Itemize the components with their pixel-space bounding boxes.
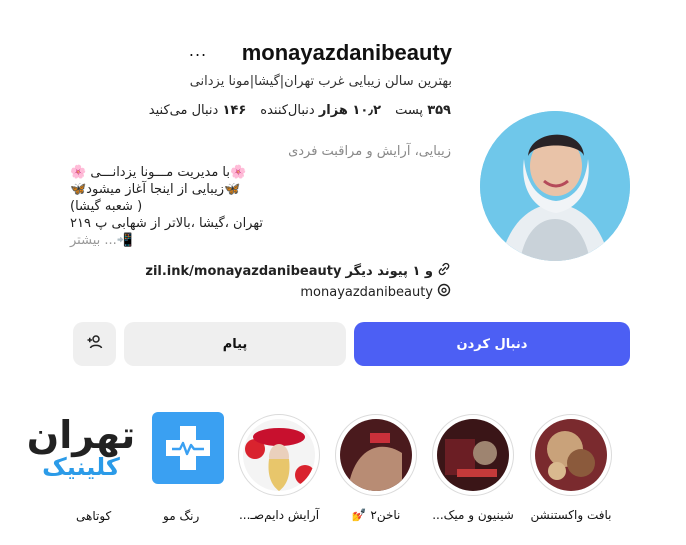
profile-category: زیبایی، آرایش و مراقبت فردی <box>288 144 451 159</box>
more-options-button[interactable]: ... <box>188 42 208 62</box>
clinic-watermark: تهران کلینیک <box>16 416 146 480</box>
highlight-label: رنگ مو <box>163 509 200 523</box>
following-count: ۱۴۶ <box>222 103 247 118</box>
avatar-photo <box>480 111 630 261</box>
highlight-label: شینیون و میک... <box>432 508 514 522</box>
highlight-cover <box>437 419 509 491</box>
bio-line: ( شعبه گیشا) <box>70 199 143 214</box>
highlight-cover <box>243 419 315 491</box>
highlight-item[interactable]: ناخن۲ 💅 <box>335 414 417 522</box>
highlight-cover <box>535 419 607 491</box>
followers-stat[interactable]: ۱۰٫۲ هزار دنبال‌کننده <box>260 103 381 118</box>
bio-text: 🌸با مدیریت مـــونا یزدانـــی 🌸 🦋زیبایی ا… <box>70 164 390 249</box>
threads-link[interactable]: monayazdanibeauty <box>300 283 451 301</box>
highlight-item[interactable]: شینیون و میک... <box>432 414 514 522</box>
bio-line: تهران ،گیشا ،بالاتر از شهابی پ ۲۱۹ <box>70 216 263 231</box>
bio-line: 🦋زیبایی از اینجا آغاز میشود🦋 <box>70 182 241 197</box>
posts-count: ۳۵۹ <box>427 103 451 118</box>
posts-label: پست <box>395 103 424 118</box>
message-button[interactable]: پیام <box>124 322 346 366</box>
link-icon <box>437 262 451 280</box>
bio-more-link[interactable]: 📲... بیشتر <box>70 232 390 249</box>
following-stat[interactable]: ۱۴۶ دنبال می‌کنید <box>149 103 246 118</box>
profile-avatar[interactable] <box>480 111 630 261</box>
following-label: دنبال می‌کنید <box>148 103 219 118</box>
watermark-line1: تهران <box>26 413 136 457</box>
posts-stat[interactable]: ۳۵۹ پست <box>395 103 451 118</box>
suggested-users-button[interactable] <box>73 322 116 366</box>
clinic-logo-tile <box>152 412 224 484</box>
followers-label: دنبال‌کننده <box>260 103 315 118</box>
highlight-item[interactable]: آرایش دایم‌صـ... <box>238 414 320 522</box>
watermark-line2: کلینیک <box>42 453 120 481</box>
highlight-ring <box>432 414 514 496</box>
highlight-label: بافت واکستنشن <box>530 508 612 522</box>
highlight-label: آرایش دایم‌صـ... <box>238 508 320 522</box>
username: monayazdanibeauty <box>241 40 452 65</box>
link-extra: و ۱ پیوند دیگر <box>345 263 433 279</box>
threads-icon <box>437 283 451 301</box>
threads-handle: monayazdanibeauty <box>300 284 433 300</box>
highlight-label: کوتاهی <box>76 509 112 523</box>
highlight-ring <box>238 414 320 496</box>
link-url: zil.ink/monayazdanibeauty <box>145 263 342 279</box>
highlight-item[interactable]: بافت واکستنشن <box>530 414 612 522</box>
highlight-label: ناخن۲ 💅 <box>351 508 401 522</box>
profile-stats: ۳۵۹ پست ۱۰٫۲ هزار دنبال‌کننده ۱۴۶ دنبال … <box>149 103 451 118</box>
external-link[interactable]: و ۱ پیوند دیگر zil.ink/monayazdanibeauty <box>145 262 451 280</box>
highlight-ring <box>530 414 612 496</box>
highlight-ring <box>335 414 417 496</box>
add-user-icon <box>86 333 104 355</box>
followers-count: ۱۰٫۲ هزار <box>318 103 382 118</box>
highlight-cover <box>340 419 412 491</box>
follow-button[interactable]: دنبال کردن <box>354 322 630 366</box>
medical-cross-icon <box>166 426 210 470</box>
bio-line: 🌸با مدیریت مـــونا یزدانـــی 🌸 <box>70 165 247 180</box>
profile-name: بهترین سالن زیبایی غرب تهران|گیشا|مونا ی… <box>189 74 452 89</box>
